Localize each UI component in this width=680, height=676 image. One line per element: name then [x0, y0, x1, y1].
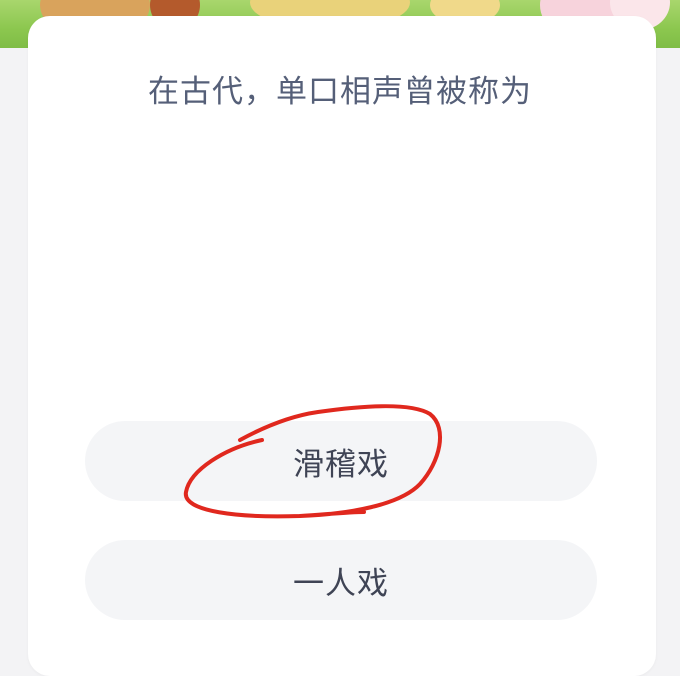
question-text: 在古代，单口相声曾被称为	[148, 74, 532, 110]
answer-option-2[interactable]: 一人戏	[85, 540, 597, 620]
answer-option-1[interactable]: 滑稽戏	[85, 421, 597, 501]
